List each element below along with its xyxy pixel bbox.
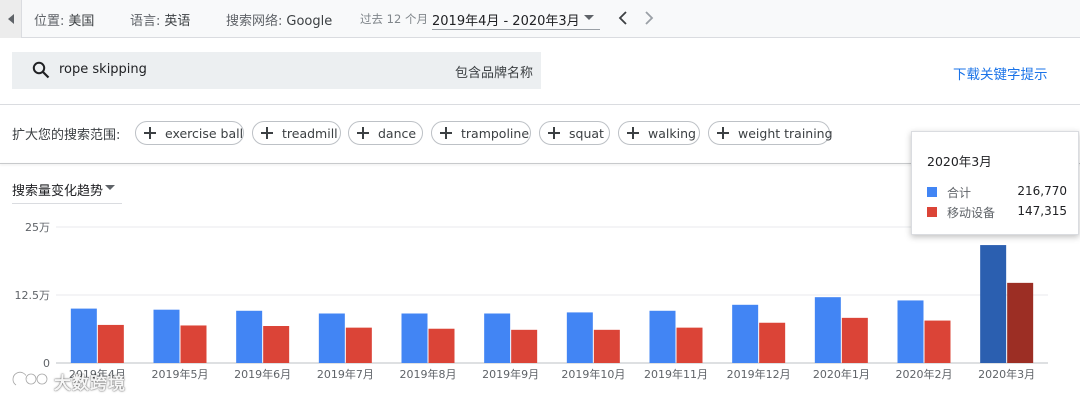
bar-mobile[interactable] (759, 322, 786, 363)
previous-period-button[interactable] (615, 9, 631, 27)
chip-treadmill[interactable]: treadmill (252, 121, 341, 145)
bar-total[interactable] (649, 310, 676, 363)
search-input[interactable]: rope skipping (59, 62, 359, 77)
chip-dance[interactable]: dance (348, 121, 423, 145)
filter-bar: 位置: 美国 语言: 英语 搜索网络: Google 过去 12 个月 2019年4月… (0, 0, 1080, 38)
expand-search-label: 扩大您的搜索范围: (12, 128, 121, 143)
x-tick-label: 2020年1月 (813, 367, 870, 381)
tooltip-row-mobile: 移动设备 147,315 (927, 204, 1067, 220)
chart-tooltip: 2020年3月 合计 216,770 移动设备 147,315 (911, 131, 1079, 235)
bar-mobile[interactable] (676, 327, 703, 363)
x-tick-label: 2019年6月 (234, 367, 291, 381)
x-tick-label: 2019年7月 (317, 367, 374, 381)
plus-icon (357, 127, 369, 139)
chip-exercise-ball[interactable]: exercise ball (135, 121, 244, 145)
period-label: 过去 12 个月 (360, 12, 428, 26)
chip-squat[interactable]: squat (539, 121, 610, 145)
bar-total[interactable] (980, 245, 1007, 363)
bar-mobile[interactable] (263, 326, 290, 363)
bar-mobile[interactable] (428, 328, 455, 363)
include-brand-toggle[interactable]: 包含品牌名称 (455, 62, 533, 81)
next-period-button[interactable] (641, 9, 657, 27)
bar-total[interactable] (236, 310, 263, 363)
chip-weight-training[interactable]: weight training (708, 121, 833, 145)
triangle-left-icon (7, 14, 14, 24)
x-tick-label: 2019年10月 (561, 367, 625, 381)
x-tick-label: 2020年2月 (896, 367, 953, 381)
plus-icon (548, 127, 560, 139)
watermark-text: 大数跨境 (54, 373, 126, 394)
x-tick-label: 2019年11月 (644, 367, 708, 381)
x-tick-label: 2020年3月 (978, 367, 1035, 381)
tooltip-row-total: 合计 216,770 (927, 184, 1067, 200)
bar-mobile[interactable] (511, 329, 538, 363)
bar-total[interactable] (153, 309, 180, 363)
download-keywords-link[interactable]: 下载关键字提示 (953, 63, 1048, 83)
divider (0, 104, 1080, 105)
language-filter[interactable]: 语言: 英语 (130, 10, 190, 29)
bar-total[interactable] (484, 313, 511, 363)
collapse-button[interactable] (0, 0, 22, 38)
bar-total[interactable] (814, 297, 841, 363)
date-range-dropdown[interactable]: 2019年4月 - 2020年3月 (432, 8, 600, 30)
bar-total[interactable] (897, 300, 924, 363)
location-filter[interactable]: 位置: 美国 (34, 10, 94, 29)
chip-walking[interactable]: walking (618, 121, 700, 145)
x-tick-label: 2019年12月 (727, 367, 791, 381)
trend-dropdown[interactable]: 搜索量变化趋势 (12, 180, 122, 204)
bar-total[interactable] (401, 313, 428, 363)
bar-total[interactable] (732, 304, 759, 363)
bar-mobile[interactable] (180, 325, 207, 363)
plus-icon (144, 127, 156, 139)
bar-mobile[interactable] (97, 324, 124, 363)
chip-trampoline[interactable]: trampoline (431, 121, 531, 145)
search-volume-chart: 012.5万25万2019年4月 2019年5月 2019年6月 2019年7月 201… (15, 221, 1048, 381)
tooltip-title: 2020年3月 (927, 154, 992, 169)
watermark: 大数跨境 (10, 368, 126, 394)
x-tick-label: 2019年5月 (152, 367, 209, 381)
y-tick-label: 25万 (25, 221, 50, 234)
keyword-search-box[interactable]: rope skipping 包含品牌名称 (12, 52, 541, 89)
y-tick-label: 12.5万 (15, 289, 51, 302)
bar-mobile[interactable] (1007, 282, 1034, 363)
plus-icon (261, 127, 273, 139)
x-tick-label: 2019年9月 (482, 367, 539, 381)
x-tick-label: 2019年8月 (400, 367, 457, 381)
chevron-right-icon (645, 11, 654, 25)
caret-down-icon (105, 185, 115, 190)
plus-icon (717, 127, 729, 139)
bar-mobile[interactable] (345, 327, 372, 363)
watermark-logo-icon (11, 371, 49, 386)
chevron-left-icon (618, 11, 627, 25)
plus-icon (627, 127, 639, 139)
bar-total[interactable] (318, 313, 345, 363)
network-filter[interactable]: 搜索网络: Google (226, 10, 332, 29)
bar-total[interactable] (70, 308, 97, 363)
search-icon (32, 61, 50, 79)
plus-icon (440, 127, 452, 139)
caret-down-icon (584, 15, 594, 20)
bar-mobile[interactable] (924, 320, 951, 363)
total-swatch (927, 187, 937, 197)
bar-mobile[interactable] (593, 329, 620, 363)
bar-total[interactable] (566, 312, 593, 363)
mobile-swatch (927, 207, 937, 217)
bar-mobile[interactable] (841, 317, 868, 363)
